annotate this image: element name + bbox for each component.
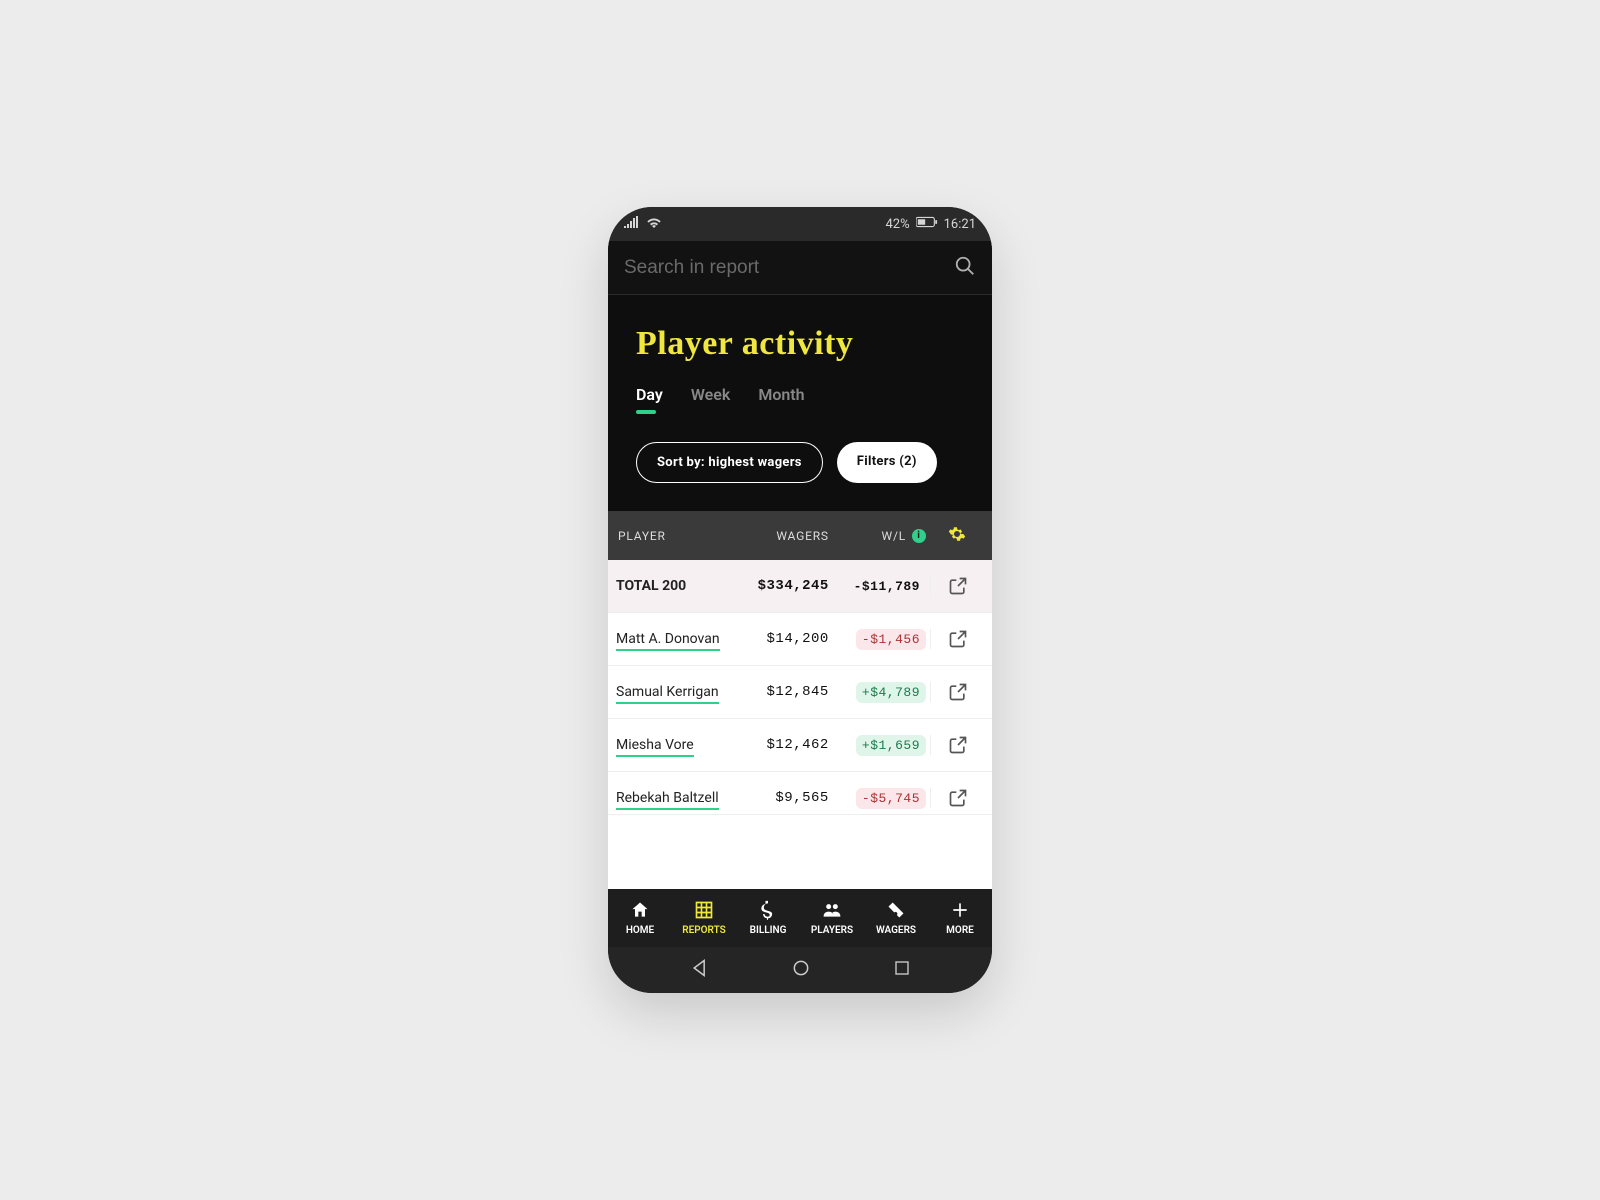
nav-label: BILLING bbox=[750, 925, 787, 936]
back-icon[interactable] bbox=[690, 958, 710, 982]
phone-frame: 42% 16:21 Player activity Day Week Month… bbox=[608, 207, 992, 993]
dollar-icon bbox=[758, 900, 778, 923]
open-row-button[interactable] bbox=[930, 788, 984, 808]
nav-more[interactable]: MORE bbox=[946, 900, 974, 936]
gear-icon bbox=[948, 532, 966, 546]
home-circle-icon[interactable] bbox=[791, 958, 811, 982]
open-row-button[interactable] bbox=[930, 735, 984, 755]
bottom-nav: HOME REPORTS BILLING PLAYERS WAGERS MORE bbox=[608, 889, 992, 947]
page-title: Player activity bbox=[636, 325, 964, 363]
nav-reports[interactable]: REPORTS bbox=[682, 900, 726, 936]
col-wl: W/L i bbox=[839, 529, 930, 543]
filters-button[interactable]: Filters (2) bbox=[837, 442, 937, 483]
player-name[interactable]: Matt A. Donovan bbox=[616, 631, 748, 647]
table-header: PLAYER WAGERS W/L i bbox=[608, 511, 992, 560]
player-name[interactable]: Rebekah Baltzell bbox=[616, 790, 748, 806]
battery-percent: 42% bbox=[885, 217, 909, 232]
grid-icon bbox=[694, 900, 714, 923]
tab-day[interactable]: Day bbox=[636, 385, 663, 404]
wifi-icon bbox=[646, 216, 662, 232]
col-wagers: WAGERS bbox=[748, 529, 839, 543]
nav-label: MORE bbox=[946, 925, 974, 936]
open-total-button[interactable] bbox=[930, 576, 984, 596]
table-settings-button[interactable] bbox=[930, 525, 984, 546]
table-body: TOTAL 200 $334,245 -$11,789 Matt A. Dono… bbox=[608, 560, 992, 889]
nav-label: REPORTS bbox=[682, 925, 726, 936]
nav-label: HOME bbox=[626, 925, 654, 936]
nav-home[interactable]: HOME bbox=[626, 900, 654, 936]
player-wagers: $14,200 bbox=[748, 631, 839, 647]
player-name[interactable]: Miesha Vore bbox=[616, 737, 748, 753]
activity-table: PLAYER WAGERS W/L i TOTAL 200 $334,245 -… bbox=[608, 511, 992, 889]
nav-wagers[interactable]: WAGERS bbox=[876, 900, 916, 936]
player-wl: +$4,789 bbox=[856, 682, 926, 703]
home-icon bbox=[630, 900, 650, 923]
total-wagers: $334,245 bbox=[748, 578, 839, 594]
search-row bbox=[608, 241, 992, 295]
player-wl: -$5,745 bbox=[856, 788, 926, 809]
player-wagers: $12,845 bbox=[748, 684, 839, 700]
col-wl-label: W/L bbox=[882, 529, 906, 543]
plus-icon bbox=[950, 900, 970, 923]
tab-week[interactable]: Week bbox=[691, 385, 730, 404]
player-wl: +$1,659 bbox=[856, 735, 926, 756]
battery-icon bbox=[916, 216, 938, 232]
signal-icon bbox=[624, 216, 640, 232]
search-input[interactable] bbox=[624, 257, 954, 279]
open-row-button[interactable] bbox=[930, 682, 984, 702]
player-name[interactable]: Samual Kerrigan bbox=[616, 684, 748, 700]
ticket-icon bbox=[886, 900, 906, 923]
nav-players[interactable]: PLAYERS bbox=[811, 900, 853, 936]
nav-label: PLAYERS bbox=[811, 925, 853, 936]
total-wl: -$11,789 bbox=[848, 576, 926, 597]
player-wagers: $12,462 bbox=[748, 737, 839, 753]
android-soft-keys bbox=[608, 947, 992, 993]
recents-icon[interactable] bbox=[893, 959, 911, 981]
nav-label: WAGERS bbox=[876, 925, 916, 936]
nav-billing[interactable]: BILLING bbox=[750, 900, 787, 936]
player-wl: -$1,456 bbox=[856, 629, 926, 650]
total-label: TOTAL 200 bbox=[616, 578, 748, 594]
tab-month[interactable]: Month bbox=[758, 385, 804, 404]
people-icon bbox=[822, 900, 842, 923]
search-icon[interactable] bbox=[954, 255, 976, 281]
player-wagers: $9,565 bbox=[748, 790, 839, 806]
range-tabs: Day Week Month bbox=[636, 385, 964, 404]
sort-button[interactable]: Sort by: highest wagers bbox=[636, 442, 823, 483]
report-header: Player activity Day Week Month Sort by: … bbox=[608, 295, 992, 511]
table-row: Miesha Vore $12,462 +$1,659 bbox=[608, 719, 992, 772]
status-bar: 42% 16:21 bbox=[608, 207, 992, 241]
col-player: PLAYER bbox=[616, 529, 748, 543]
open-row-button[interactable] bbox=[930, 629, 984, 649]
table-row: Rebekah Baltzell $9,565 -$5,745 bbox=[608, 772, 992, 815]
info-icon[interactable]: i bbox=[912, 529, 926, 543]
table-row: Matt A. Donovan $14,200 -$1,456 bbox=[608, 613, 992, 666]
table-row: Samual Kerrigan $12,845 +$4,789 bbox=[608, 666, 992, 719]
clock-time: 16:21 bbox=[944, 217, 976, 232]
total-row: TOTAL 200 $334,245 -$11,789 bbox=[608, 560, 992, 613]
